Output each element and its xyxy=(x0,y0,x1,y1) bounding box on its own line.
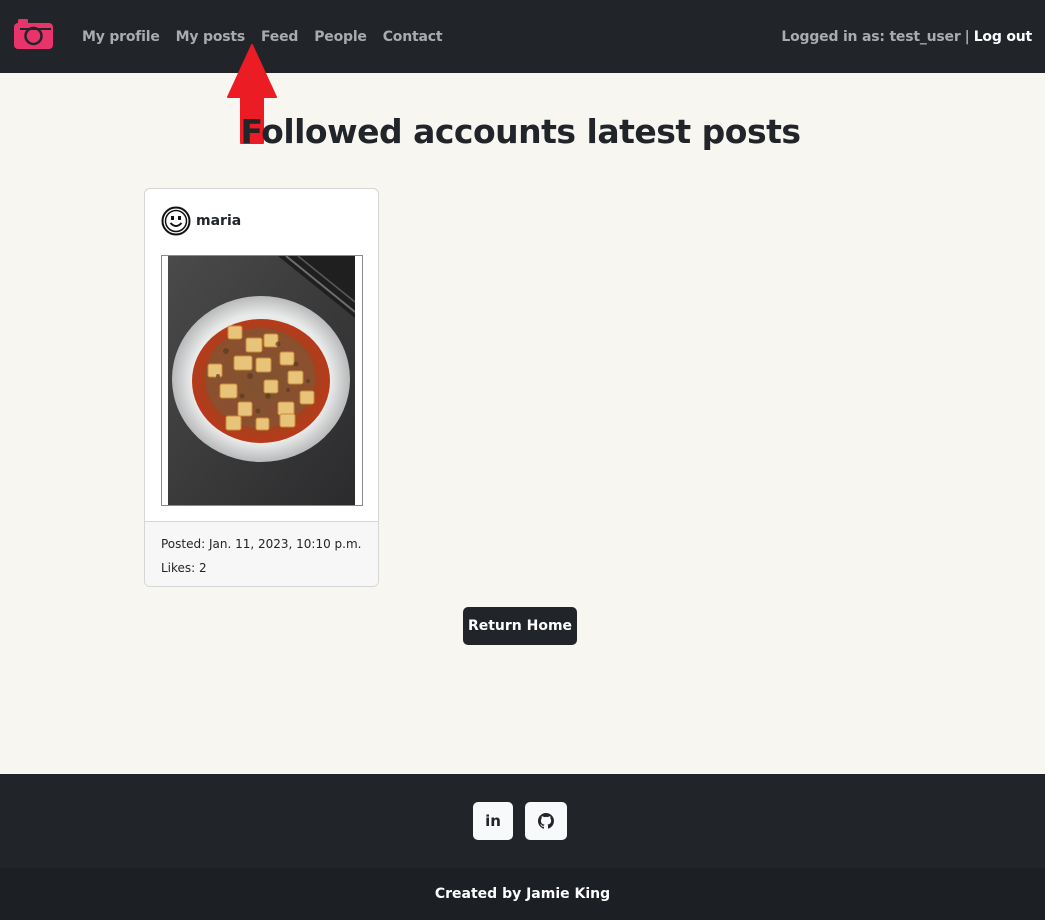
author-name: maria xyxy=(196,213,242,229)
page-title: Followed accounts latest posts xyxy=(0,112,1045,151)
footer: in xyxy=(0,774,1045,868)
post-author[interactable]: maria xyxy=(161,206,241,236)
linkedin-icon[interactable]: in xyxy=(473,802,513,840)
nav-link-contact[interactable]: Contact xyxy=(375,29,451,45)
navbar: My profile My posts Feed People Contact … xyxy=(0,0,1045,73)
page-title-text: Followed accounts latest posts xyxy=(240,112,801,151)
post-image-frame[interactable] xyxy=(161,255,363,506)
nav-link-people[interactable]: People xyxy=(306,29,375,45)
post-footer: Posted: Jan. 11, 2023, 10:10 p.m. Likes:… xyxy=(145,521,378,586)
linkedin-label: in xyxy=(485,812,501,830)
nav-link-my-profile[interactable]: My profile xyxy=(74,29,168,45)
separator: | xyxy=(964,28,970,45)
post-likes: Likes: 2 xyxy=(161,561,207,575)
github-icon[interactable] xyxy=(525,802,567,840)
logout-link[interactable]: Log out xyxy=(974,29,1033,45)
post-card: maria Posted: Jan. 11, 2023, 10:10 p.m. … xyxy=(144,188,379,587)
post-image xyxy=(168,256,355,505)
logged-in-text: Logged in as: test_user xyxy=(781,28,961,45)
post-date: Posted: Jan. 11, 2023, 10:10 p.m. xyxy=(161,537,362,551)
user-status: Logged in as: test_user | Log out xyxy=(781,0,1032,73)
return-home-button[interactable]: Return Home xyxy=(463,607,577,645)
footer-credit: Created by Jamie King xyxy=(434,886,611,902)
camera-icon[interactable] xyxy=(13,16,54,50)
smiley-face-icon xyxy=(161,206,191,236)
footer-credit-bar: Created by Jamie King xyxy=(0,868,1045,920)
